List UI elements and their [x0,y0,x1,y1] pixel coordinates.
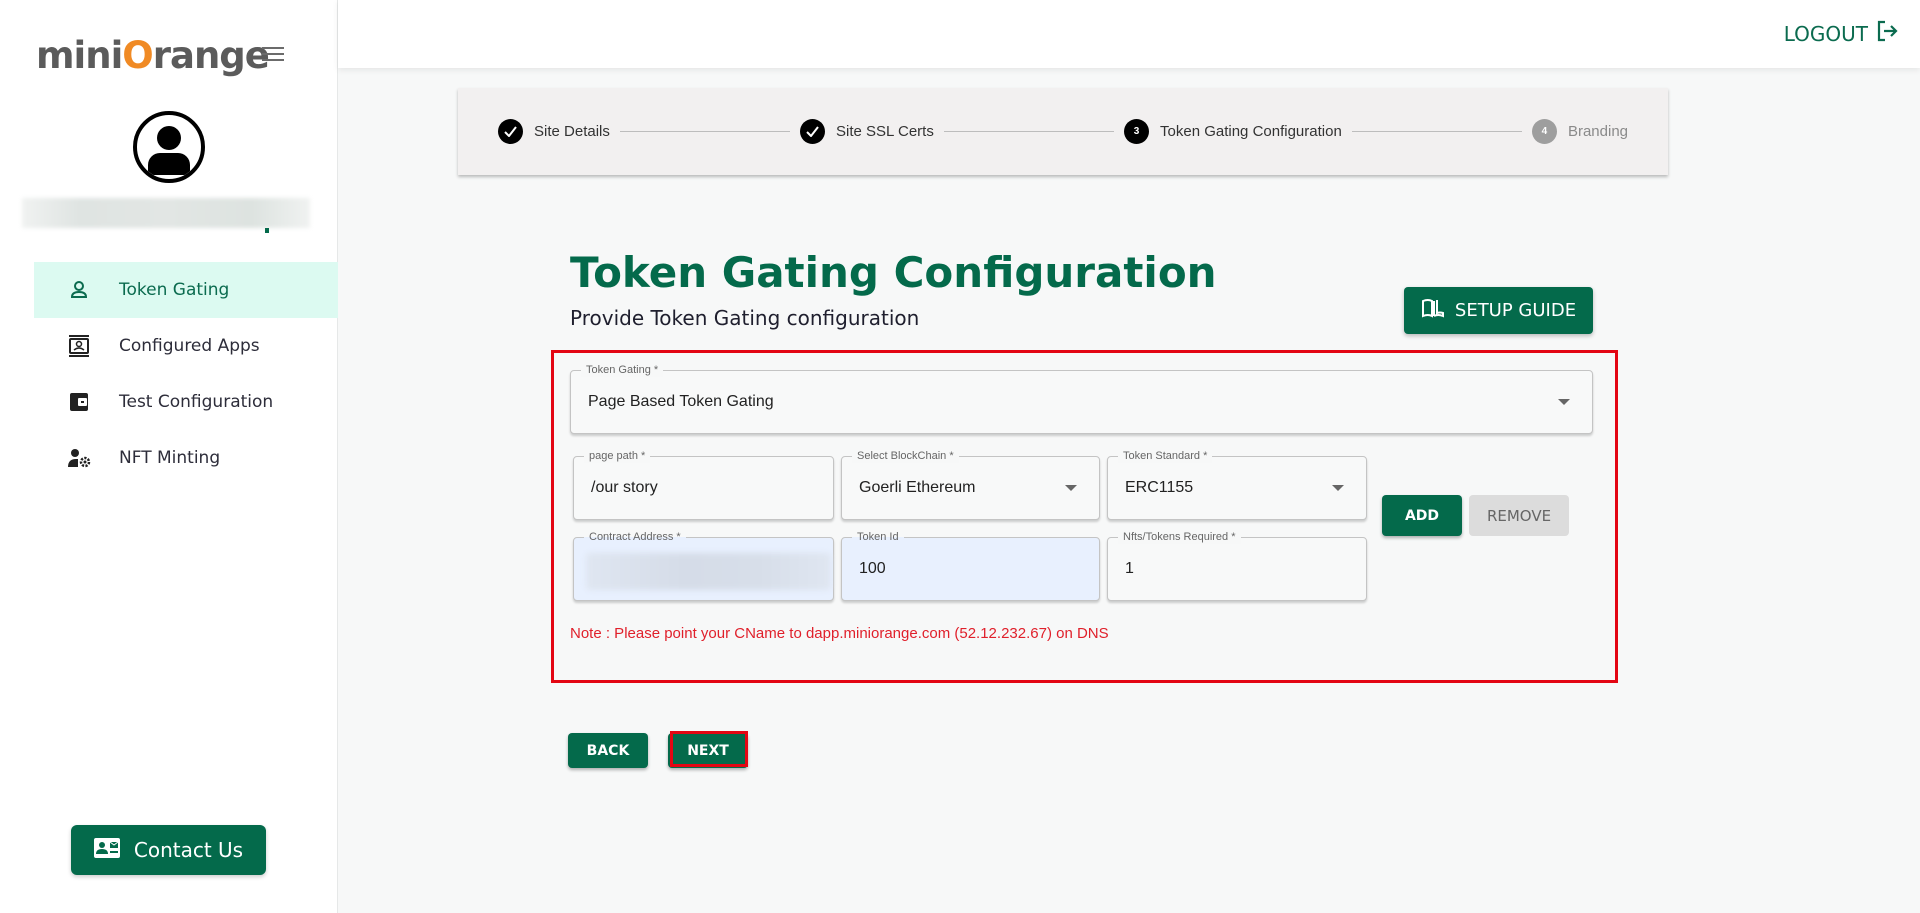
logout-icon [1876,20,1898,47]
token-standard-select[interactable]: Token Standard * ERC1155 [1107,449,1367,520]
user-icon [67,278,91,302]
chevron-down-icon [1332,485,1344,491]
contract-address-input[interactable]: Contract Address * [573,530,834,601]
page-path-input[interactable]: page path * /our story [573,449,834,520]
blockchain-select[interactable]: Select BlockChain * Goerli Ethereum [841,449,1100,520]
field-label: Select BlockChain * [852,449,959,463]
step-site-details[interactable]: Site Details [498,119,610,144]
field-label: Token Id [852,530,904,544]
chevron-down-icon [1065,485,1077,491]
progress-stepper: Site Details Site SSL Certs 3 Token Gati… [458,88,1668,175]
book-icon [1421,298,1445,323]
miniorange-logo: mini O range [36,30,270,80]
field-label: Contract Address * [584,530,686,544]
field-value: 100 [859,560,886,577]
field-value: /our story [591,479,658,496]
step-label: Site SSL Certs [836,123,934,140]
field-value: 1 [1125,560,1134,577]
step-token-gating-configuration[interactable]: 3 Token Gating Configuration [1124,119,1342,144]
field-label: Token Gating * [581,363,664,377]
top-bar: LOGOUT [338,0,1920,68]
contact-us-button[interactable]: Contact Us [71,825,266,875]
hamburger-menu-icon[interactable] [262,47,284,63]
username-redacted [22,198,310,228]
step-label: Site Details [534,123,610,140]
sidebar-nav: Token Gating Configured Apps Test Config… [34,262,338,486]
setup-guide-label: SETUP GUIDE [1454,300,1577,321]
sidebar-item-label: Test Configuration [119,392,274,412]
sidebar-item-configured-apps[interactable]: Configured Apps [34,318,338,374]
page-subtitle: Provide Token Gating configuration [570,306,920,330]
logo-text-suffix: range [152,33,270,77]
dns-note: Note : Please point your CName to dapp.m… [570,625,1109,642]
step-connector [943,131,1115,132]
step-connector [1351,131,1522,132]
field-label: page path * [584,449,651,463]
contract-address-redacted [586,553,831,590]
setup-guide-button[interactable]: SETUP GUIDE [1404,287,1593,334]
contact-card-icon [93,837,120,863]
logo-orange-o: O [122,33,153,77]
username-fragment [265,228,269,233]
avatar [133,111,205,183]
logout-label: LOGOUT [1783,21,1868,46]
token-id-input[interactable]: Token Id 100 [841,530,1100,601]
check-icon [498,119,523,144]
back-button[interactable]: BACK [568,733,648,768]
field-value: Goerli Ethereum [859,479,976,496]
add-button[interactable]: ADD [1382,495,1462,536]
contact-card-icon [67,334,91,358]
tokens-required-input[interactable]: Nfts/Tokens Required * 1 [1107,530,1367,601]
field-label: Token Standard * [1118,449,1213,463]
page-title: Token Gating Configuration [570,248,1217,297]
logo-text-prefix: mini [36,33,123,77]
sidebar-item-label: NFT Minting [119,448,221,468]
chevron-down-icon [1558,399,1570,405]
next-button[interactable]: NEXT [668,733,748,768]
sidebar-item-test-configuration[interactable]: Test Configuration [34,374,338,430]
logout-button[interactable]: LOGOUT [1784,20,1898,47]
step-connector [619,131,791,132]
contact-us-label: Contact Us [133,838,244,862]
sidebar-item-token-gating[interactable]: Token Gating [34,262,338,318]
check-icon [800,119,826,144]
sidebar: mini O range Token Gating Configured App… [0,0,338,913]
step-branding[interactable]: 4 Branding [1531,119,1628,144]
step-number: 3 [1124,119,1150,144]
wallet-icon [67,390,91,414]
sidebar-item-nft-minting[interactable]: NFT Minting [34,430,338,486]
sidebar-item-label: Token Gating [119,280,230,300]
token-gating-select[interactable]: Token Gating * Page Based Token Gating [570,363,1593,434]
step-number: 4 [1531,119,1557,144]
sidebar-item-label: Configured Apps [119,336,260,356]
remove-button[interactable]: REMOVE [1469,495,1569,536]
field-value: Page Based Token Gating [588,393,774,410]
field-value: ERC1155 [1125,479,1194,496]
step-label: Branding [1567,123,1628,140]
field-label: Nfts/Tokens Required * [1118,530,1241,544]
user-settings-icon [67,446,91,470]
step-label: Token Gating Configuration [1160,123,1342,140]
step-site-ssl-certs[interactable]: Site SSL Certs [800,119,934,144]
